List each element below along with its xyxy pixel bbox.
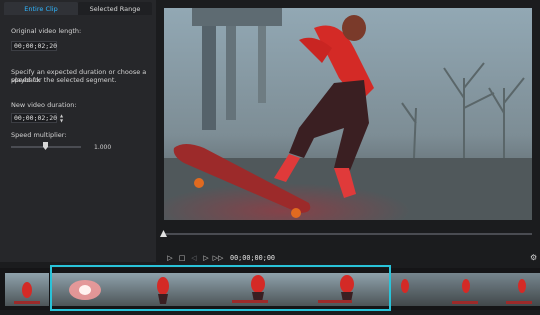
playback-controls: ▷ □ ◁ ▷ ▷▷ 00;00;00;00 xyxy=(164,253,275,263)
filmstrip-frame xyxy=(5,273,49,306)
tab-entire-clip[interactable]: Entire Clip xyxy=(4,2,78,15)
timecode-display: 00;00;00;00 xyxy=(230,254,276,262)
video-preview xyxy=(164,8,532,220)
previous-frame-icon[interactable]: ◁ xyxy=(188,254,200,262)
speed-multiplier-label: Speed multiplier: xyxy=(11,131,67,139)
fast-forward-icon[interactable]: ▷▷ xyxy=(212,254,224,262)
stop-icon[interactable]: □ xyxy=(176,254,188,262)
next-frame-icon[interactable]: ▷ xyxy=(200,254,212,262)
gear-icon[interactable]: ⚙ xyxy=(530,253,537,262)
speed-slider-handle[interactable] xyxy=(43,142,48,150)
duration-spinner[interactable]: ▲ ▼ xyxy=(58,113,65,123)
play-icon[interactable]: ▷ xyxy=(164,254,176,262)
filmstrip-frame xyxy=(486,273,540,306)
settings-panel: Entire Clip Selected Range Original vide… xyxy=(0,0,156,262)
new-duration-field[interactable]: 00;00;02;20 xyxy=(11,113,57,123)
tab-selected-range[interactable]: Selected Range xyxy=(78,2,152,15)
preview-frame-image xyxy=(164,8,532,220)
speed-multiplier-value: 1.000 xyxy=(94,144,112,151)
filmstrip-frame xyxy=(390,273,430,306)
filmstrip-frame xyxy=(430,273,486,306)
original-length-field: 00;00;02;20 xyxy=(11,41,57,51)
new-duration-label: New video duration: xyxy=(11,101,77,109)
spin-down-icon[interactable]: ▼ xyxy=(60,118,63,123)
seek-bar[interactable] xyxy=(164,233,532,235)
selected-range-highlight[interactable] xyxy=(50,265,391,311)
tab-bar: Entire Clip Selected Range xyxy=(4,2,152,15)
instruction-line-2: speed for the selected segment. xyxy=(11,76,117,84)
original-length-label: Original video length: xyxy=(11,27,82,35)
